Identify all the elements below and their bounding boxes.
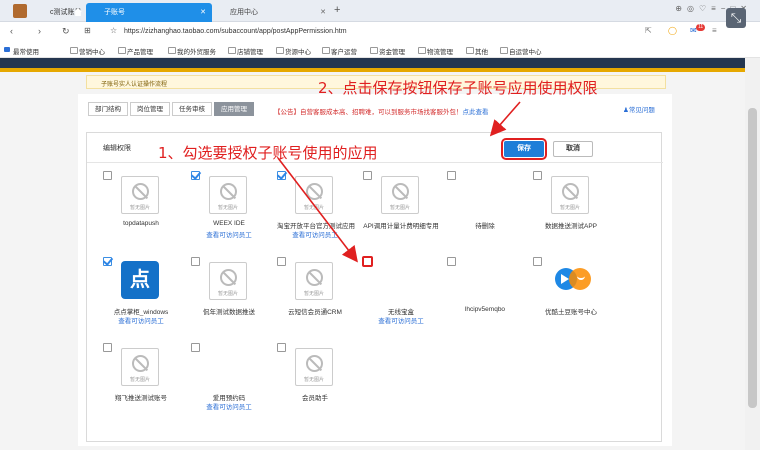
annotation-step-2: 2、点击保存按钮保存子账号应用使用权限 bbox=[318, 79, 598, 97]
forward-icon[interactable]: › bbox=[38, 26, 41, 36]
annotation-arrows bbox=[277, 101, 521, 263]
bookmark-item[interactable]: 其他 bbox=[466, 46, 488, 56]
tab-subaccount[interactable]: 子账号 ✕ bbox=[74, 3, 212, 22]
bookmark-star-icon[interactable]: ☆ bbox=[110, 26, 117, 35]
annotation-step-1: 1、勾选要授权子账号使用的应用 bbox=[158, 144, 378, 162]
bookmark-item[interactable]: 资金管理 bbox=[370, 46, 405, 56]
address-bar: ‹ › ↻ ⊞ ☆ https://zizhanghao.taobao.com/… bbox=[0, 22, 760, 42]
arrow-to-checkbox bbox=[277, 157, 358, 263]
close-tab-icon[interactable]: ✕ bbox=[200, 3, 206, 22]
scrollbar-thumb[interactable] bbox=[748, 108, 757, 408]
menu-icon[interactable]: ≡ bbox=[712, 26, 717, 35]
new-tab-icon[interactable]: + bbox=[334, 4, 340, 16]
bookmark-item[interactable]: 自运营中心 bbox=[500, 46, 542, 56]
bookmark-item[interactable]: 客户运营 bbox=[322, 46, 357, 56]
bookmark-item[interactable]: 产品管理 bbox=[118, 46, 153, 56]
refresh-icon[interactable]: ↻ bbox=[62, 26, 70, 37]
bookmark-item[interactable]: 物流管理 bbox=[418, 46, 453, 56]
url-input[interactable]: https://zizhanghao.taobao.com/subaccount… bbox=[124, 28, 347, 35]
bookmark-item[interactable]: 营销中心 bbox=[70, 46, 105, 56]
bookmark-item[interactable]: 店铺管理 bbox=[228, 46, 263, 56]
tab-subaccount-label: 子账号 bbox=[104, 9, 125, 16]
page-scrollbar[interactable] bbox=[745, 58, 760, 450]
close-tab-icon[interactable]: ✕ bbox=[320, 3, 326, 22]
profile-avatar[interactable] bbox=[13, 4, 27, 18]
arrow-to-save bbox=[489, 101, 521, 137]
bookmark-item[interactable]: 最常使用 bbox=[4, 46, 39, 56]
page-info-icon[interactable]: ⊞ bbox=[84, 26, 91, 35]
tab-app-center[interactable]: 应用中心 ✕ bbox=[212, 3, 332, 22]
notification-badge: 11 bbox=[696, 24, 706, 31]
share-icon[interactable]: ⇱ bbox=[645, 26, 652, 35]
browser-tab-bar: c测试账号358 子账号 ✕ 应用中心 ✕ + ⊕◎♡≡−□✕ bbox=[0, 0, 760, 35]
back-icon[interactable]: ‹ bbox=[10, 26, 13, 36]
page-content: 子账号实人认证操作流程 部门结构 岗位管理 任务审核 应用管理 【公告】自营客服… bbox=[0, 58, 745, 450]
bookmark-item[interactable]: 货源中心 bbox=[276, 46, 311, 56]
bookmarks-bar: 最常使用 营销中心 产品管理 我的外贸服务 店铺管理 货源中心 客户运营 资金管… bbox=[0, 42, 760, 58]
tab-app-center-label: 应用中心 bbox=[230, 9, 258, 16]
bookmark-item[interactable]: 我的外贸服务 bbox=[168, 46, 216, 56]
fullscreen-toggle-icon[interactable]: ⤡ bbox=[726, 8, 746, 28]
extension-icon[interactable]: ◯ bbox=[668, 26, 677, 35]
tab-account[interactable]: c测试账号358 bbox=[32, 3, 82, 35]
